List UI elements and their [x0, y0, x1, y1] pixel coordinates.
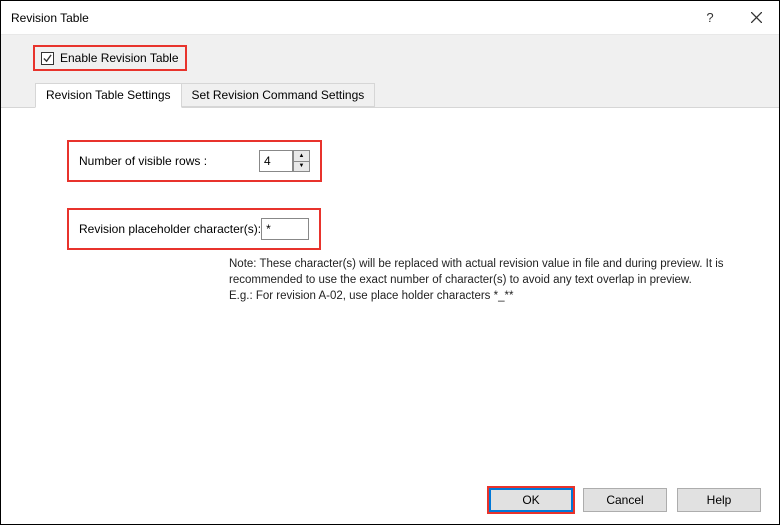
visible-rows-input[interactable]: [259, 150, 293, 172]
visible-rows-row: Number of visible rows : ▲ ▼: [69, 142, 320, 180]
enable-revision-label: Enable Revision Table: [60, 51, 179, 65]
visible-rows-spinner[interactable]: ▲ ▼: [259, 150, 310, 172]
spinner-down-icon[interactable]: ▼: [293, 161, 310, 173]
visible-rows-label: Number of visible rows :: [79, 154, 259, 168]
note-line-2: E.g.: For revision A-02, use place holde…: [229, 288, 749, 304]
enable-revision-checkbox-row[interactable]: Enable Revision Table: [35, 47, 185, 69]
placeholder-note: Note: These character(s) will be replace…: [229, 256, 779, 304]
tab-content: Number of visible rows : ▲ ▼ Revision pl…: [1, 107, 779, 447]
placeholder-char-input[interactable]: [261, 218, 309, 240]
help-button[interactable]: Help: [677, 488, 761, 512]
placeholder-char-row: Revision placeholder character(s):: [69, 210, 319, 248]
titlebar: Revision Table ?: [1, 1, 779, 35]
note-line-1: Note: These character(s) will be replace…: [229, 256, 749, 288]
window-title: Revision Table: [11, 11, 687, 25]
spinner-up-icon[interactable]: ▲: [293, 150, 310, 161]
enable-revision-checkbox[interactable]: [41, 52, 54, 65]
help-icon[interactable]: ?: [687, 1, 733, 35]
placeholder-char-label: Revision placeholder character(s):: [79, 222, 261, 236]
tab-set-revision-command-settings[interactable]: Set Revision Command Settings: [182, 83, 376, 107]
cancel-button[interactable]: Cancel: [583, 488, 667, 512]
dialog-buttons: OK Cancel Help: [489, 488, 761, 512]
upper-panel: Enable Revision Table Revision Table Set…: [1, 35, 779, 107]
tab-revision-table-settings[interactable]: Revision Table Settings: [35, 83, 182, 108]
tab-strip: Revision Table Settings Set Revision Com…: [35, 83, 779, 107]
close-icon[interactable]: [733, 1, 779, 35]
ok-button[interactable]: OK: [489, 488, 573, 512]
